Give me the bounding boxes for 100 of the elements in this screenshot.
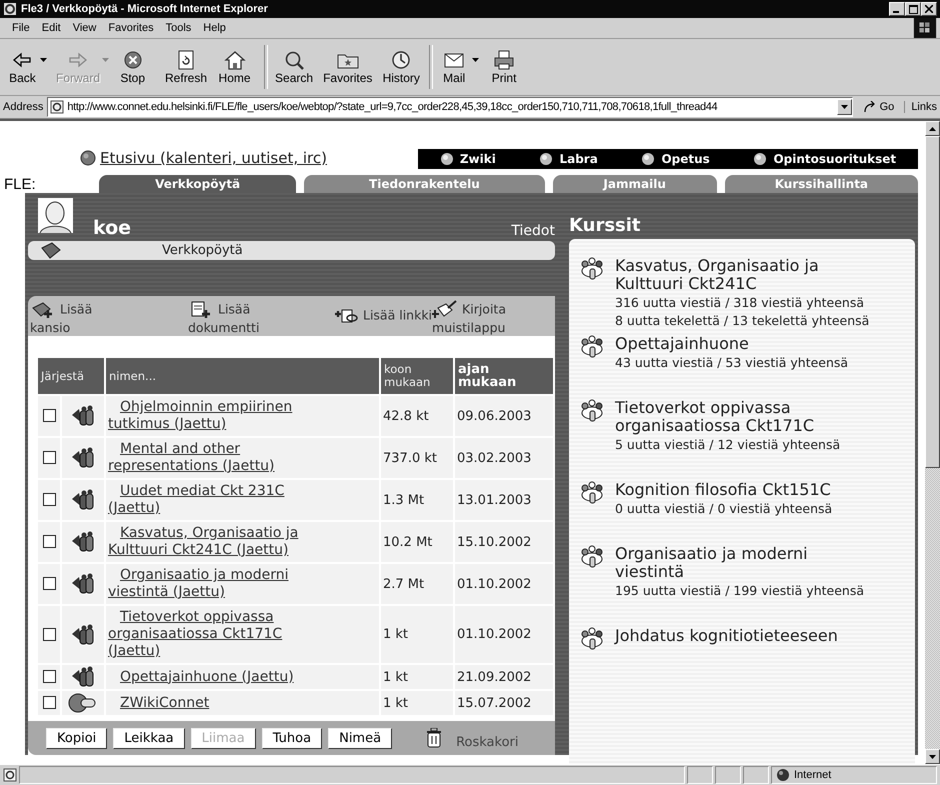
size-cell: 1 kt: [381, 606, 453, 663]
tab[interactable]: Verkkopöytä: [99, 175, 296, 193]
dropdown-arrow-icon: [40, 58, 47, 62]
course-link[interactable]: Tietoverkot oppivassa organisaatiossa Ckt171C: [615, 399, 877, 435]
action-button[interactable]: Leikkaa: [113, 728, 185, 748]
action-button[interactable]: Nimeä: [328, 728, 392, 748]
scroll-thumb[interactable]: [925, 136, 940, 468]
shared-folder-icon: [70, 531, 96, 553]
column-header[interactable]: ajan mukaan: [455, 358, 553, 394]
course-stats: 195 uutta viestiä / 199 viestiä yhteensä: [615, 583, 865, 599]
links-button[interactable]: Links: [904, 101, 937, 113]
course-link[interactable]: Kognition filosofia Ckt151C: [615, 481, 877, 499]
shared-folder-icon: [70, 624, 96, 646]
column-header[interactable]: Järjestä: [38, 358, 104, 394]
nav-link[interactable]: Opintosuoritukset: [773, 152, 896, 166]
action-link[interactable]: Lisää kansio: [28, 300, 133, 336]
checkbox[interactable]: [42, 409, 56, 422]
shared-folder-icon: [70, 666, 96, 688]
dropdown-button[interactable]: [836, 99, 852, 115]
toolbar-button[interactable]: Home: [213, 47, 262, 87]
minimize-button[interactable]: [889, 2, 905, 16]
tab[interactable]: Kurssihallinta: [724, 175, 918, 193]
checkbox[interactable]: [42, 535, 56, 548]
checkbox[interactable]: [42, 670, 56, 684]
course-stats: 316 uutta viestiä / 318 viestiä yhteensä: [615, 295, 865, 311]
toolbar-button[interactable]: Search: [271, 47, 320, 87]
date-cell: 15.10.2002: [455, 522, 553, 562]
page-icon: [50, 100, 64, 114]
toolbar-button[interactable]: Print: [484, 47, 532, 87]
shared-folder-icon: [70, 405, 96, 427]
column-header[interactable]: koon mukaan: [381, 358, 453, 394]
curved-arrow-icon: [862, 101, 877, 113]
tab[interactable]: Tiedonrakentelu: [304, 175, 545, 193]
course-stats: 0 uutta viestiä / 0 viestiä yhteensä: [615, 501, 834, 517]
nav-link[interactable]: Zwiki: [460, 152, 496, 166]
caret-down-icon: [929, 754, 936, 758]
date-cell: 21.09.2002: [455, 665, 553, 689]
shared-folder-icon: [70, 573, 96, 595]
menu-item[interactable]: Tools: [160, 22, 198, 34]
status-panel: [715, 766, 741, 784]
trash-link[interactable]: Roskakori: [456, 734, 518, 750]
toolbar-button[interactable]: Mail: [436, 47, 484, 87]
zone-label: Internet: [794, 769, 832, 781]
group-icon: [579, 481, 605, 505]
home-link[interactable]: Etusivu (kalenteri, uutiset, irc): [100, 149, 327, 167]
course-link[interactable]: Organisaatio ja moderni viestintä: [615, 545, 877, 581]
tab[interactable]: Jammailu: [552, 175, 717, 193]
scroll-up-button[interactable]: [925, 121, 940, 136]
course-link[interactable]: Johdatus kognitiotieteeseen: [615, 627, 877, 645]
caret-up-icon: [929, 126, 936, 130]
group-icon: [579, 627, 605, 651]
size-cell: 1.3 Mt: [381, 480, 453, 520]
action-button[interactable]: Tuhoa: [262, 728, 322, 748]
checkbox[interactable]: [42, 628, 56, 641]
course-link[interactable]: Opettajainhuone: [615, 335, 877, 353]
checkbox[interactable]: [42, 451, 56, 464]
address-field[interactable]: http://www.connet.edu.helsinki.fi/FLE/fle_users/koe/webtop/?state_url=9,7cc_order228,45,39,18cc_order150,710,711,708,70618,1full_thread44: [47, 97, 853, 117]
page-icon: [3, 768, 17, 782]
date-cell: 15.07.2002: [455, 691, 553, 715]
checkbox[interactable]: [42, 577, 56, 590]
menu-item[interactable]: Help: [197, 22, 232, 34]
go-button[interactable]: Go: [856, 101, 900, 113]
group-icon: [579, 545, 605, 569]
menu-item[interactable]: Favorites: [102, 22, 160, 34]
menu-item[interactable]: File: [6, 22, 36, 34]
scroll-down-button[interactable]: [925, 749, 940, 764]
toolbar-button[interactable]: Stop: [113, 47, 162, 87]
globe-icon: [753, 152, 768, 166]
action-button[interactable]: Kopioi: [46, 728, 108, 748]
column-header[interactable]: nimen...: [106, 358, 379, 394]
group-icon: [579, 399, 605, 423]
info-link[interactable]: Tiedot: [511, 223, 555, 240]
breadcrumb-link[interactable]: Verkkopöytä: [162, 243, 243, 258]
size-cell: 737.0 kt: [381, 438, 453, 478]
date-cell: 01.10.2002: [455, 606, 553, 663]
course-stats: 8 uutta tekelettä / 13 tekelettä yhteensä: [615, 313, 870, 329]
toolbar-button[interactable]: History: [378, 47, 426, 87]
action-link[interactable]: Lisää dokumentti: [158, 300, 313, 336]
action-link[interactable]: Lisää linkki: [333, 300, 432, 326]
shared-folder-icon: [70, 447, 96, 469]
menu-item[interactable]: Edit: [36, 22, 67, 34]
toolbar-button[interactable]: Back: [4, 47, 52, 87]
checkbox[interactable]: [42, 696, 56, 710]
toolbar-button[interactable]: Favorites: [319, 47, 378, 87]
checkbox[interactable]: [42, 493, 56, 506]
trash-can-icon: [426, 728, 442, 748]
nav-link[interactable]: Labra: [559, 152, 598, 166]
scrollbar[interactable]: [925, 121, 940, 764]
action-link[interactable]: Kirjoita muistilappu: [432, 300, 542, 336]
close-button[interactable]: [921, 2, 937, 16]
section-title: Kurssit: [569, 214, 642, 238]
user-name: koe: [93, 217, 132, 240]
folder-icon: [40, 242, 62, 260]
nav-link[interactable]: Opetus: [661, 152, 710, 166]
status-panel: [743, 766, 769, 784]
toolbar-button[interactable]: Refresh: [161, 47, 214, 87]
maximize-button[interactable]: [905, 2, 921, 16]
course-link[interactable]: Kasvatus, Organisaatio ja Kulttuuri Ckt241C: [615, 257, 877, 293]
menu-item[interactable]: View: [66, 22, 102, 34]
dropdown-arrow-icon: [472, 58, 479, 62]
